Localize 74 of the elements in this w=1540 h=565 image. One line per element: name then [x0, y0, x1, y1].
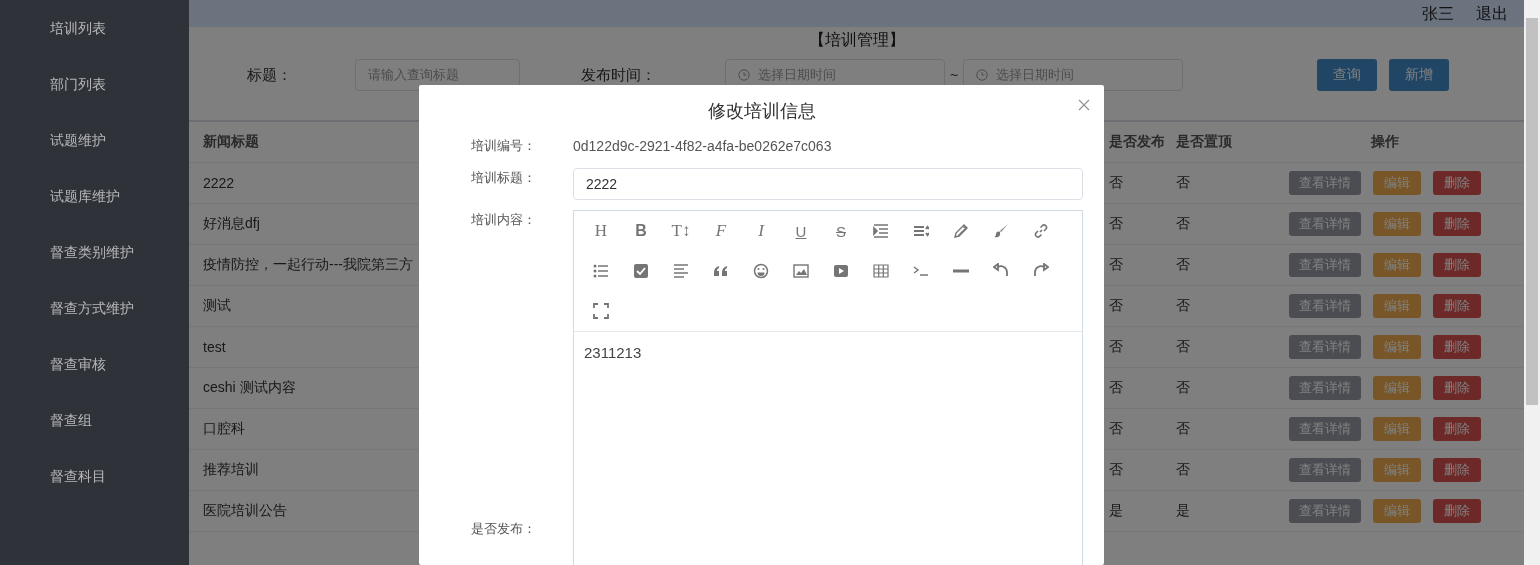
- action-button[interactable]: 新增: [1389, 59, 1449, 91]
- image-icon[interactable]: [793, 263, 809, 279]
- table-cell: 否: [1164, 367, 1245, 409]
- undo-icon[interactable]: [993, 263, 1009, 279]
- page-title: 【培训管理】: [807, 30, 906, 50]
- table-cell: 否: [1164, 408, 1245, 450]
- sidebar-item[interactable]: 督查类别维护: [0, 240, 189, 296]
- delete-button[interactable]: 删除: [1432, 171, 1481, 195]
- delete-button[interactable]: 删除: [1432, 376, 1481, 400]
- redo-icon[interactable]: [1033, 263, 1049, 279]
- list-icon[interactable]: [593, 263, 609, 279]
- field-label: 培训内容：: [471, 211, 537, 229]
- column-header: 是否置顶: [1164, 121, 1245, 163]
- delete-button[interactable]: 删除: [1432, 458, 1481, 482]
- edit-button[interactable]: 编辑: [1372, 417, 1421, 441]
- lineheight-icon[interactable]: [913, 223, 929, 239]
- table-cell: 否: [1164, 285, 1245, 327]
- quote-icon[interactable]: [713, 263, 729, 279]
- table-cell: 是: [1164, 490, 1245, 532]
- delete-button[interactable]: 删除: [1432, 417, 1481, 441]
- clock-icon: [976, 69, 988, 81]
- delete-button[interactable]: 删除: [1432, 212, 1481, 236]
- edit-button[interactable]: 编辑: [1372, 171, 1421, 195]
- field-label: 发布时间：: [581, 65, 657, 85]
- emoji-icon[interactable]: [753, 263, 769, 279]
- edit-button[interactable]: 编辑: [1372, 458, 1421, 482]
- field-label: 培训编号：: [471, 137, 537, 155]
- sidebar-item[interactable]: 督查审核: [0, 352, 189, 408]
- close-icon[interactable]: [1078, 99, 1090, 111]
- sidebar-item[interactable]: 督查科目: [0, 464, 189, 520]
- title-input[interactable]: 2222: [573, 168, 1083, 200]
- fullscreen-icon[interactable]: [593, 303, 609, 319]
- scrollbar[interactable]: [1524, 0, 1540, 565]
- sidebar-item[interactable]: 试题库维护: [0, 184, 189, 240]
- sidebar-item[interactable]: 试题维护: [0, 128, 189, 184]
- table-cell: 否: [1164, 326, 1245, 368]
- sidebar-item[interactable]: 部门列表: [0, 72, 189, 128]
- checkbox-icon[interactable]: [633, 263, 649, 279]
- logout-link[interactable]: 退出: [1476, 0, 1508, 27]
- dialog-title: 修改培训信息: [707, 100, 816, 123]
- edit-button[interactable]: 编辑: [1372, 212, 1421, 236]
- edit-button[interactable]: 编辑: [1372, 335, 1421, 359]
- range-separator: ~: [948, 67, 960, 83]
- scrollbar-thumb[interactable]: [1526, 18, 1538, 405]
- table-cell: 否: [1164, 449, 1245, 491]
- edit-button[interactable]: 编辑: [1372, 376, 1421, 400]
- rich-text-editor[interactable]: H B T↕ F I U S 2311213: [573, 210, 1083, 565]
- table-cell: 否: [1164, 203, 1245, 245]
- field-label: 标题：: [247, 65, 293, 85]
- action-button[interactable]: 查询: [1317, 59, 1377, 91]
- user-name: 张三: [1422, 4, 1454, 24]
- table-icon[interactable]: [873, 263, 889, 279]
- pen-icon[interactable]: [953, 223, 969, 239]
- edit-button[interactable]: 编辑: [1372, 253, 1421, 277]
- delete-button[interactable]: 删除: [1432, 499, 1481, 523]
- video-icon[interactable]: [833, 263, 849, 279]
- edit-button[interactable]: 编辑: [1372, 499, 1421, 523]
- sidebar-item[interactable]: 督查组: [0, 408, 189, 464]
- edit-button[interactable]: 编辑: [1372, 294, 1421, 318]
- align-icon[interactable]: [673, 263, 689, 279]
- sidebar-item[interactable]: 督查方式维护: [0, 296, 189, 352]
- table-cell: 否: [1164, 162, 1245, 204]
- delete-button[interactable]: 删除: [1432, 294, 1481, 318]
- field-label: 培训标题：: [471, 169, 537, 187]
- clock-icon: [738, 69, 750, 81]
- sidebar-item[interactable]: 培训列表: [0, 16, 189, 72]
- field-value: 0d122d9c-2921-4f82-a4fa-be0262e7c063: [573, 137, 833, 156]
- link-icon[interactable]: [1033, 223, 1049, 239]
- brush-icon[interactable]: [993, 223, 1009, 239]
- editor-text: 2311213: [583, 343, 643, 363]
- delete-button[interactable]: 删除: [1432, 335, 1481, 359]
- indent-icon[interactable]: [873, 223, 889, 239]
- delete-button[interactable]: 删除: [1432, 253, 1481, 277]
- table-cell: 否: [1164, 244, 1245, 286]
